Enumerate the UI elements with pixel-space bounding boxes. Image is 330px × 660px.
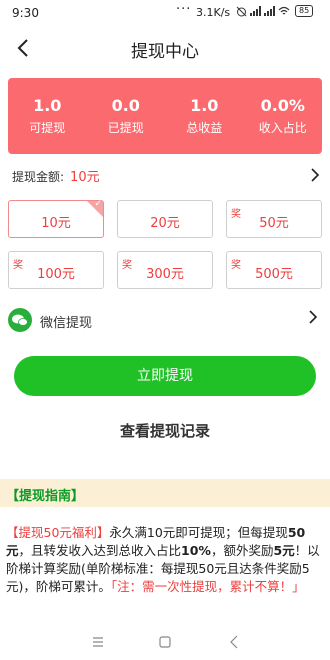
amount-option-300[interactable]: 奖 300元: [117, 251, 213, 289]
chevron-right-icon: [311, 168, 320, 182]
status-icons: 85: [236, 5, 314, 17]
wechat-label: 微信提现: [40, 316, 93, 331]
guide-header: 【提现指南】: [0, 479, 330, 507]
amount-option-500[interactable]: 奖 500元: [226, 251, 322, 289]
alarm-off-icon: [236, 6, 247, 16]
guide-tag: 【提现50元福利】: [6, 525, 110, 540]
stat-value: 0.0%: [260, 96, 305, 115]
amount-option-20[interactable]: 20元: [117, 200, 213, 238]
guide-text: 【提现50元福利】永久满10元即可提现；但每提现50元，且转发收入达到总收入占比…: [6, 524, 322, 596]
option-amount: 100元: [37, 267, 75, 282]
stat-label: 可提现: [29, 121, 66, 135]
option-amount: 10元: [41, 216, 71, 231]
stat-value: 0.0: [111, 96, 140, 115]
stat-value: 1.0: [33, 96, 62, 115]
stat-withdrawable: 1.0 可提现: [8, 78, 87, 154]
signal-icon-2: [264, 6, 275, 16]
amount-value: 10元: [70, 170, 100, 185]
guide-text-part: ，且转发收入达到总收入占比: [18, 543, 182, 558]
amount-label: 提现金额:: [12, 170, 65, 184]
back-triangle-icon: [230, 635, 238, 649]
status-bar: 9:30 ··· 3.1K/s 85: [0, 0, 330, 26]
guide-text-part: ，额外奖励: [210, 543, 274, 558]
system-back-button[interactable]: [224, 632, 244, 652]
option-amount: 20元: [150, 216, 180, 231]
chevron-right-icon: [309, 310, 318, 324]
guide-bold: 5元: [273, 543, 295, 558]
wechat-icon: [8, 308, 32, 332]
stats-card: 1.0 可提现 0.0 已提现 1.0 总收益 0.0% 收入占比: [8, 78, 322, 154]
home-button[interactable]: [155, 632, 175, 652]
stat-value: 1.0: [190, 96, 219, 115]
withdraw-now-button[interactable]: 立即提现: [14, 356, 316, 396]
system-nav-bar: [0, 624, 330, 660]
menu-icon: [93, 637, 103, 647]
withdraw-amount-row[interactable]: 提现金额: 10元: [12, 166, 322, 188]
notification-dots: ···: [176, 2, 192, 17]
view-records-link[interactable]: 查看提现记录: [0, 420, 330, 441]
battery-icon: 85: [295, 5, 314, 17]
page-title: 提现中心: [131, 42, 199, 62]
guide-note: 「注：需一次性提现，累计不算！」: [110, 579, 305, 594]
option-amount: 500元: [255, 267, 293, 282]
amount-option-10[interactable]: ✓ 10元: [8, 199, 104, 238]
amount-option-100[interactable]: 奖 100元: [8, 251, 104, 289]
guide-text-part: 永久满10元即可提现；但每提现: [109, 525, 288, 540]
stat-label: 收入占比: [258, 121, 307, 135]
wifi-icon: [278, 6, 290, 15]
menu-button[interactable]: [88, 632, 108, 652]
guide-title: 【提现指南】: [6, 489, 85, 504]
stat-total-earnings: 1.0 总收益: [165, 78, 244, 154]
stat-label: 已提现: [107, 121, 144, 135]
nav-bar: 提现中心: [0, 28, 330, 68]
signal-icon: [250, 6, 261, 16]
status-time: 9:30: [12, 6, 39, 20]
option-amount: 50元: [259, 216, 289, 231]
wechat-withdraw-row[interactable]: 微信提现: [8, 306, 322, 334]
option-amount: 300元: [146, 267, 184, 282]
stat-withdrawn: 0.0 已提现: [87, 78, 166, 154]
check-icon: ✓: [94, 199, 102, 209]
guide-bold: 10%: [181, 543, 211, 558]
stat-label: 总收益: [186, 121, 223, 135]
home-icon: [159, 636, 171, 648]
network-speed: 3.1K/s: [196, 6, 231, 19]
stat-income-ratio: 0.0% 收入占比: [244, 78, 323, 154]
amount-option-50[interactable]: 奖 50元: [226, 200, 322, 238]
